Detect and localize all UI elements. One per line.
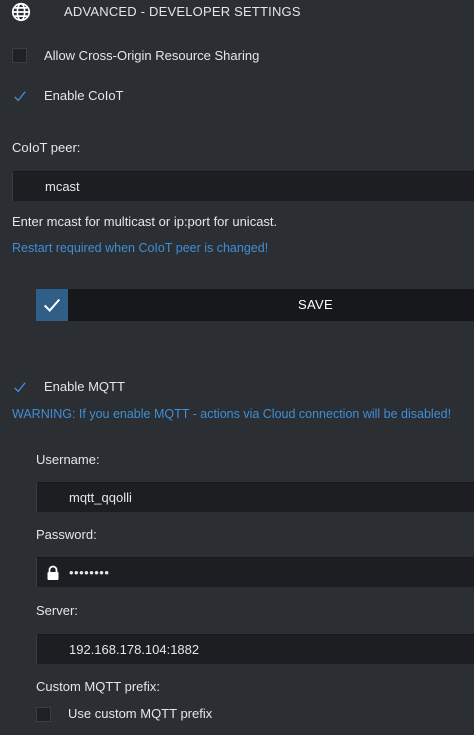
password-input[interactable]: •••••••• [36,557,474,587]
password-value: •••••••• [69,565,110,580]
username-label: Username: [36,452,100,467]
server-value: 192.168.178.104:1882 [69,642,200,657]
use-custom-prefix-checkbox[interactable] [36,707,51,722]
enable-mqtt-label: Enable MQTT [44,379,125,394]
enable-coiot-label: Enable CoIoT [44,88,124,103]
checkmark-icon [13,381,26,392]
mqtt-warning: WARNING: If you enable MQTT - actions vi… [12,407,452,421]
username-input[interactable]: mqtt_qqolli [36,482,474,512]
page-title: ADVANCED - DEVELOPER SETTINGS [64,4,301,19]
checkmark-icon [13,90,26,101]
coiot-peer-label: CoIoT peer: [12,140,81,155]
username-value: mqtt_qqolli [69,490,132,505]
save-button[interactable]: SAVE [36,289,474,321]
password-label: Password: [36,527,97,542]
coiot-peer-hint: Enter mcast for multicast or ip:port for… [12,214,278,229]
lock-icon [46,565,60,581]
restart-note: Restart required when CoIoT peer is chan… [12,241,269,255]
cors-label: Allow Cross-Origin Resource Sharing [44,48,260,63]
checkmark-icon [43,298,61,312]
coiot-peer-input[interactable]: mcast [12,171,474,201]
globe-icon [10,1,32,23]
server-input[interactable]: 192.168.178.104:1882 [36,634,474,664]
coiot-peer-value: mcast [45,179,80,194]
save-label: SAVE [298,297,333,312]
enable-coiot-checkbox[interactable] [12,88,27,103]
custom-prefix-label: Custom MQTT prefix: [36,679,161,694]
enable-mqtt-checkbox[interactable] [12,379,27,394]
server-label: Server: [36,603,78,618]
save-check [36,289,68,321]
cors-checkbox[interactable] [12,48,27,63]
use-custom-prefix-label: Use custom MQTT prefix [68,706,213,721]
